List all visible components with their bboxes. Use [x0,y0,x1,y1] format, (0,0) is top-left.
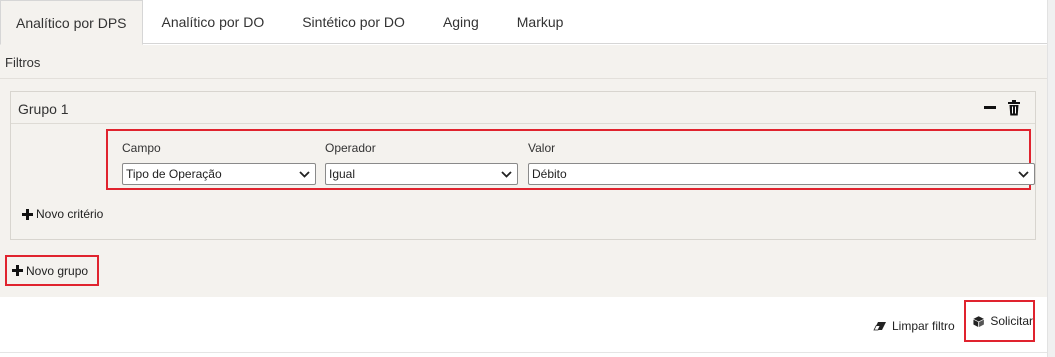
chevron-down-icon [1018,171,1029,178]
report-tabs: Analítico por DPS Analítico por DO Sinté… [0,0,1047,45]
clear-filter-button[interactable]: Limpar filtro [873,319,955,333]
tab-sintetico-do[interactable]: Sintético por DO [283,0,424,44]
vertical-scrollbar[interactable] [1047,0,1055,357]
operador-label: Operador [325,141,376,155]
tab-analitico-do[interactable]: Analítico por DO [143,0,284,44]
campo-label: Campo [122,141,161,155]
add-group-button[interactable]: Novo grupo [5,255,99,286]
valor-label: Valor [528,141,556,155]
valor-value: Débito [532,167,567,181]
plus-icon [22,208,33,220]
tab-analitico-dps[interactable]: Analítico por DPS [0,0,143,45]
divider [0,352,1047,353]
chevron-down-icon [299,171,310,178]
campo-select[interactable]: Tipo de Operação [122,163,316,185]
campo-value: Tipo de Operação [126,167,222,181]
operador-select[interactable]: Igual [325,163,518,185]
submit-request-label: Solicitar [990,314,1033,328]
plus-icon [12,265,23,276]
cube-icon [973,315,984,327]
eraser-icon [873,322,886,331]
add-group-label: Novo grupo [26,263,89,278]
add-criterion-button[interactable]: Novo critério [22,207,103,221]
group-header: Grupo 1 [11,92,1035,124]
add-criterion-label: Novo critério [36,207,104,221]
trash-icon[interactable] [1007,100,1021,116]
filter-panel: Filtros Grupo 1 Campo Tipo de Operação O… [0,45,1047,297]
tab-aging[interactable]: Aging [424,0,498,44]
tab-markup[interactable]: Markup [498,0,583,44]
valor-select[interactable]: Débito [528,163,1035,185]
divider [0,78,1047,79]
clear-filter-label: Limpar filtro [892,319,955,333]
chevron-down-icon [501,171,512,178]
operador-value: Igual [329,167,356,181]
criterion-row: Campo Tipo de Operação Operador Igual Va… [106,129,1035,190]
filter-group: Grupo 1 Campo Tipo de Operação Operador [10,91,1036,240]
filters-heading: Filtros [5,55,41,70]
group-title: Grupo 1 [18,101,69,117]
submit-request-button[interactable]: Solicitar [964,300,1035,342]
minus-icon[interactable] [984,106,996,109]
